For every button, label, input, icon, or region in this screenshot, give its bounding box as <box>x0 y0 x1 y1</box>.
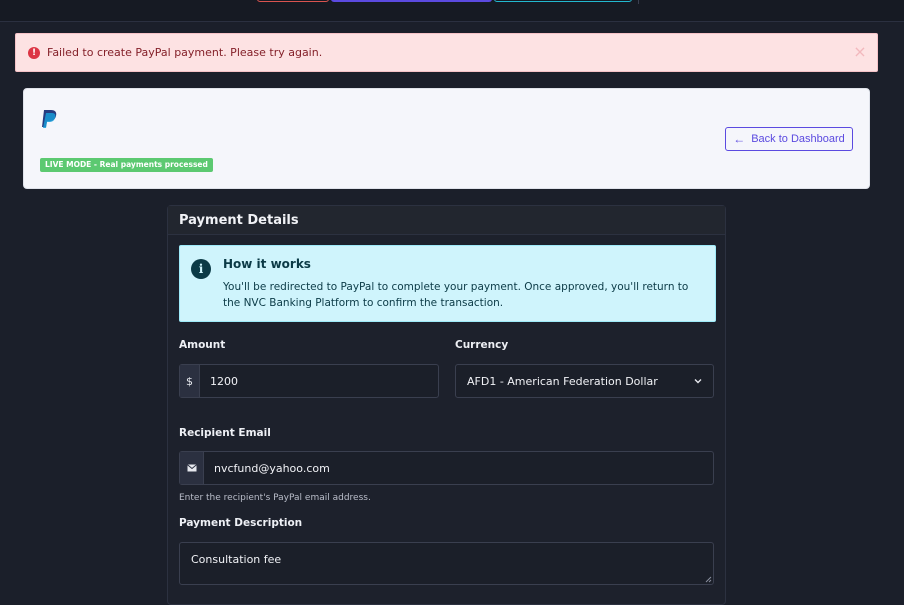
back-button-label: Back to Dashboard <box>751 133 845 145</box>
paypal-header-card: LIVE MODE - Real payments processed ← Ba… <box>23 88 870 189</box>
info-text: You'll be redirected to PayPal to comple… <box>223 281 689 309</box>
top-navbar <box>0 0 904 22</box>
currency-label: Currency <box>455 339 509 351</box>
nav-button-red[interactable] <box>257 0 329 2</box>
chevron-down-icon <box>694 379 702 384</box>
how-it-works-info: i How it works You'll be redirected to P… <box>179 245 716 322</box>
arrow-left-icon: ← <box>733 132 746 146</box>
amount-label: Amount <box>179 339 226 351</box>
currency-select[interactable]: AFD1 - American Federation Dollar <box>455 364 714 398</box>
nav-button-teal[interactable] <box>494 0 632 2</box>
nav-button-purple[interactable] <box>331 0 492 2</box>
dollar-prefix: $ <box>180 365 200 397</box>
amount-input[interactable]: $ 1200 <box>179 364 439 398</box>
description-label: Payment Description <box>179 517 303 529</box>
description-value: Consultation fee <box>191 553 282 566</box>
payment-details-panel: Payment Details i How it works You'll be… <box>167 205 726 605</box>
email-value: nvcfund@yahoo.com <box>214 461 330 475</box>
info-title: How it works <box>223 257 311 271</box>
panel-header: Payment Details <box>168 206 725 235</box>
paypal-logo-icon <box>42 110 57 128</box>
nav-divider <box>638 0 639 4</box>
back-to-dashboard-button[interactable]: ← Back to Dashboard <box>725 127 853 151</box>
email-help-text: Enter the recipient's PayPal email addre… <box>179 493 371 503</box>
envelope-icon <box>180 452 204 484</box>
live-mode-badge: LIVE MODE - Real payments processed <box>40 158 213 172</box>
alert-message: Failed to create PayPal payment. Please … <box>47 46 323 59</box>
info-icon: i <box>191 259 211 279</box>
currency-value: AFD1 - American Federation Dollar <box>467 374 658 388</box>
email-label: Recipient Email <box>179 427 271 439</box>
exclamation-circle-icon: ! <box>28 46 40 59</box>
close-icon[interactable]: × <box>853 44 867 60</box>
error-alert: ! Failed to create PayPal payment. Pleas… <box>15 33 878 72</box>
panel-title: Payment Details <box>179 212 299 228</box>
email-field[interactable]: nvcfund@yahoo.com <box>179 451 714 485</box>
description-textarea[interactable]: Consultation fee <box>179 542 714 585</box>
resize-handle-icon[interactable] <box>705 576 712 583</box>
amount-value: 1200 <box>210 374 238 388</box>
